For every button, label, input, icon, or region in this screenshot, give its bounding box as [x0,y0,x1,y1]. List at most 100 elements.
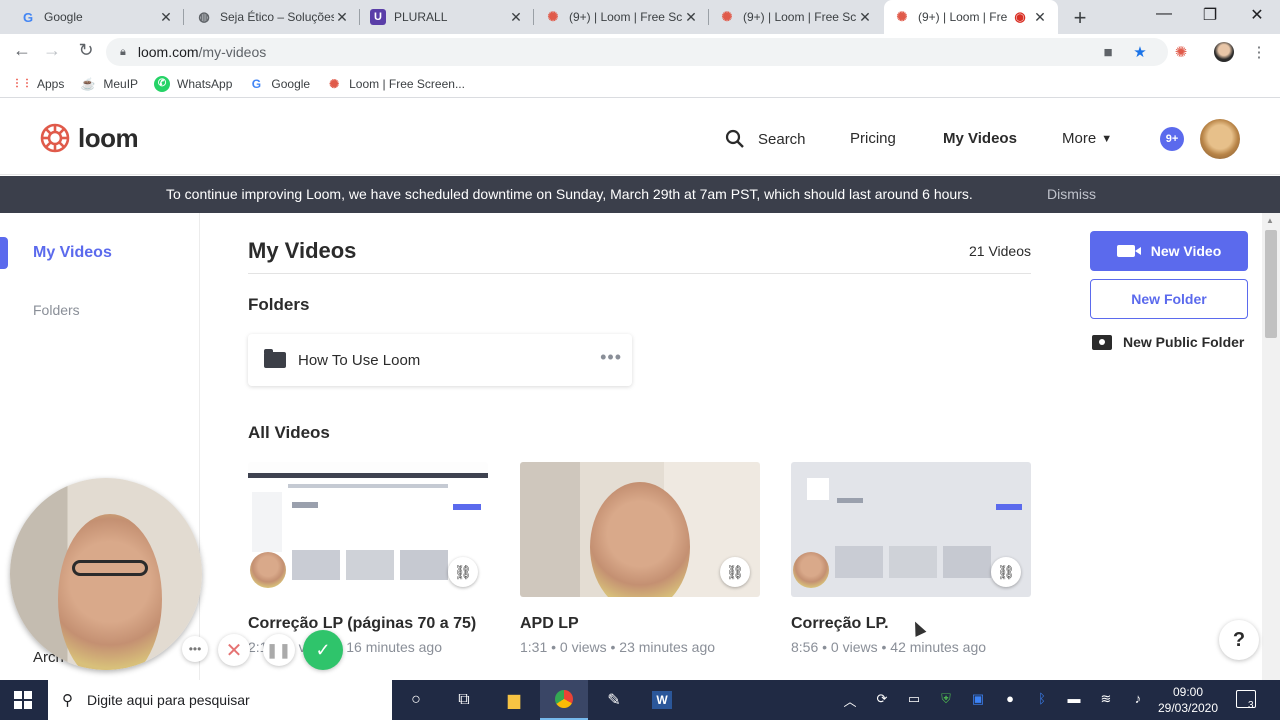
video-title[interactable]: Correção LP (páginas 70 a 75) [248,615,488,633]
scroll-up-icon[interactable]: ▲ [1266,216,1274,225]
public-folder-icon [1092,334,1112,350]
close-tab-icon[interactable]: ✕ [334,9,350,26]
video-title[interactable]: APD LP [520,615,760,633]
task-view-icon[interactable]: ⧉ [440,680,488,720]
bookmark-meuip[interactable]: ☕ MeuIP [80,76,138,92]
folder-icon [264,349,286,368]
sidebar-item-folders[interactable]: Folders [33,302,80,318]
video-thumbnail[interactable]: ⛓ [520,462,760,597]
folder-name: How To Use Loom [298,351,421,369]
paint-icon[interactable]: ✎ [590,680,638,720]
search-button[interactable]: Search [725,129,806,149]
meuip-icon: ☕ [80,76,96,91]
close-tab-icon[interactable]: ✕ [857,9,873,26]
new-public-folder-button[interactable]: New Public Folder [1092,334,1244,350]
close-tab-icon[interactable]: ✕ [683,9,699,26]
windows-start-icon[interactable] [14,691,32,709]
browser-tab-strip: G Google ✕ ◍ Seja Ético – Soluções ✕ U P… [0,0,1280,34]
browser-tab[interactable]: ✺ (9+) | Loom | Free Sc ✕ [709,0,883,34]
loom-logo[interactable]: loom [38,121,139,155]
battery-icon[interactable]: ▬ [1064,691,1084,706]
browser-tab[interactable]: ◍ Seja Ético – Soluções ✕ [186,0,360,34]
window-close-icon[interactable]: ✕ [1245,5,1269,25]
windows-taskbar: ⚲ Digite aqui para pesquisar ○ ⧉ ▆ ✎ W ︿… [0,680,1280,720]
avatar[interactable] [1200,119,1240,159]
shield-icon[interactable]: ⛨ [936,691,956,707]
search-icon [725,129,744,148]
camera-access-icon[interactable]: ■ [1098,42,1118,62]
notification-badge[interactable]: 9+ [1160,127,1184,151]
bluetooth-icon[interactable]: ᛒ [1032,691,1052,706]
close-tab-icon[interactable]: ✕ [1032,9,1048,26]
chevron-up-icon[interactable]: ︿ [840,691,860,710]
forward-icon[interactable]: → [40,40,64,61]
minimize-icon[interactable]: — [1152,5,1176,23]
video-thumbnail[interactable]: ⛓ [791,462,1031,597]
browser-tab-active[interactable]: ✺ (9+) | Loom | Fre ◉ ✕ [884,0,1058,34]
loom-header: loom Search Pricing My Videos More ▼ 9+ [0,103,1280,175]
chrome-icon[interactable] [540,680,588,720]
bookmark-star-icon[interactable]: ★ [1130,42,1150,62]
more-options-icon[interactable]: ••• [600,347,622,368]
bookmark-loom[interactable]: ✺ Loom | Free Screen... [326,76,465,92]
help-button[interactable]: ? [1219,620,1259,660]
bookmark-apps[interactable]: ⋮⋮ Apps [12,76,64,92]
loom-icon: ✺ [547,9,559,24]
browser-tab[interactable]: U PLURALL ✕ [360,0,534,34]
video-thumbnail[interactable]: ⛓ [248,462,488,597]
loom-extension-icon[interactable]: ✺ [1171,42,1191,62]
new-tab-button[interactable]: + [1068,5,1092,31]
plurall-icon: U [370,9,386,25]
camera-bubble[interactable] [10,478,202,670]
sidebar-item-my-videos[interactable]: My Videos [33,244,112,262]
video-meta: 8:56 • 0 views • 42 minutes ago [791,639,987,655]
notification-count: 3 [1248,700,1254,711]
taskbar-search-box[interactable]: ⚲ Digite aqui para pesquisar [48,680,392,720]
bookmark-whatsapp[interactable]: ✆ WhatsApp [154,75,232,92]
close-tab-icon[interactable]: ✕ [158,9,174,26]
wifi-icon[interactable]: ≋ [1096,691,1116,707]
finish-recording-icon[interactable]: ✓ [303,630,343,670]
nav-pricing[interactable]: Pricing [850,130,896,147]
file-explorer-icon[interactable]: ▆ [490,680,538,720]
video-card[interactable]: ⛓ Correção LP (páginas 70 a 75) 2:11 • 0… [248,462,488,655]
bookmarks-bar: ⋮⋮ Apps ☕ MeuIP ✆ WhatsApp G Google ✺ Lo… [0,70,1280,98]
system-clock[interactable]: 09:00 29/03/2020 [1157,684,1219,716]
cancel-recording-icon[interactable]: ✕ [218,634,250,666]
nav-my-videos[interactable]: My Videos [943,130,1017,147]
folder-card[interactable]: How To Use Loom ••• [248,334,632,386]
back-icon[interactable]: ← [10,40,34,61]
browser-toolbar: ← → ↻ 🔒︎ loom.com/my-videos ■ ★ ✺ ⋮ [0,34,1280,70]
bookmark-google[interactable]: G Google [248,76,310,92]
dismiss-button[interactable]: Dismiss [1047,186,1096,202]
glasses-icon [72,560,148,576]
address-bar[interactable]: 🔒︎ loom.com/my-videos [106,38,1168,66]
copy-link-icon[interactable]: ⛓ [448,557,478,587]
new-folder-button[interactable]: New Folder [1090,279,1248,319]
video-camera-icon [1116,245,1141,257]
volume-icon[interactable]: ♪ [1128,691,1148,706]
browser-tab[interactable]: G Google ✕ [10,0,184,34]
app-tray-icon[interactable]: ▣ [968,691,988,707]
microphone-icon[interactable]: ● [1000,691,1020,706]
cortana-icon[interactable]: ○ [392,680,440,720]
word-icon[interactable]: W [638,680,686,720]
restore-icon[interactable]: ❐ [1198,5,1222,25]
pause-recording-icon[interactable]: ❚❚ [263,634,295,666]
browser-menu-icon[interactable]: ⋮ [1249,42,1269,62]
browser-tab[interactable]: ✺ (9+) | Loom | Free Sc ✕ [535,0,709,34]
recording-indicator-icon: ◉ [1014,9,1026,24]
copy-link-icon[interactable]: ⛓ [991,557,1021,587]
video-card[interactable]: ⛓ APD LP 1:31 • 0 views • 23 minutes ago [520,462,760,655]
sync-icon[interactable]: ⟳ [872,691,892,707]
more-options-icon[interactable]: ••• [182,636,208,662]
printer-icon[interactable]: ▭ [904,691,924,707]
bookmark-label: MeuIP [103,76,139,91]
nav-more[interactable]: More ▼ [1062,130,1112,147]
copy-link-icon[interactable]: ⛓ [720,557,750,587]
reload-icon[interactable]: ↻ [74,40,98,61]
new-video-button[interactable]: New Video [1090,231,1248,271]
profile-avatar-icon[interactable] [1214,42,1234,62]
close-tab-icon[interactable]: ✕ [508,9,524,26]
scrollbar-thumb[interactable] [1265,230,1277,338]
